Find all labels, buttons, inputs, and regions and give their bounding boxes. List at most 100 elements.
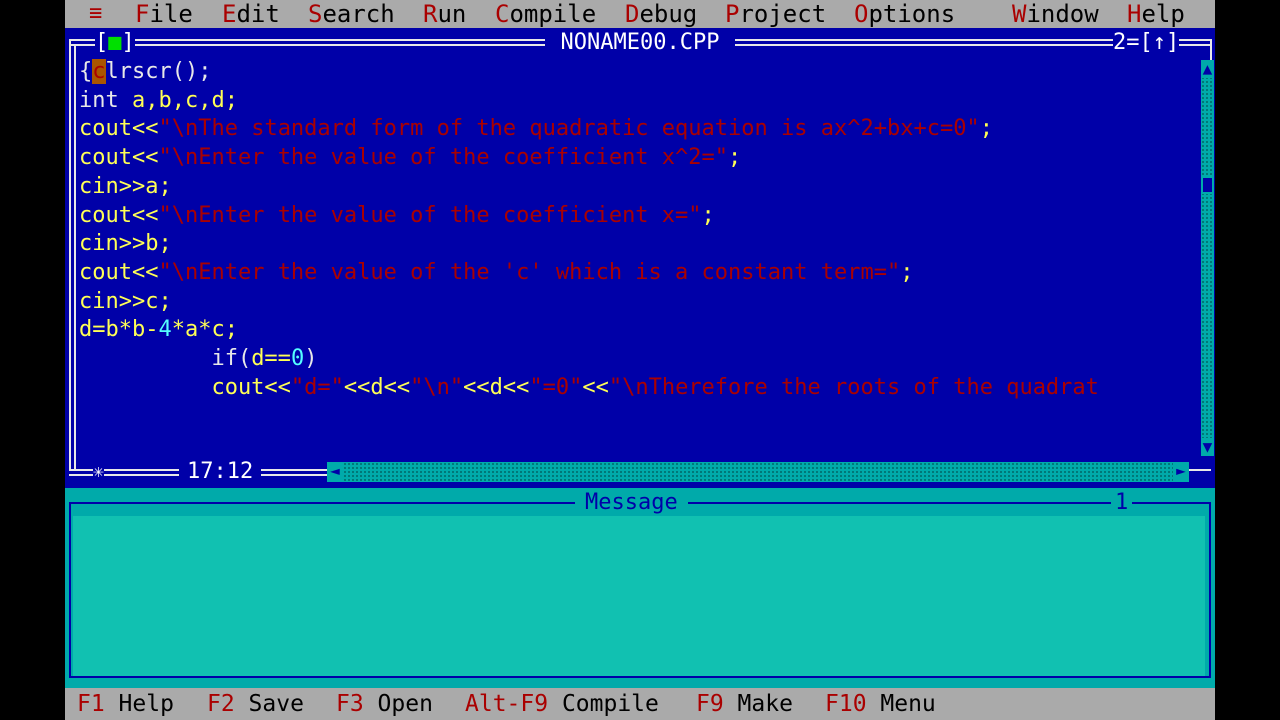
msg-frame-bottom bbox=[69, 676, 1211, 678]
fkey-open[interactable]: F3 Open bbox=[336, 688, 433, 720]
fkey-label: Compile bbox=[548, 691, 659, 717]
menu-label: earch bbox=[322, 0, 395, 28]
menu-hotkey: W bbox=[1012, 0, 1027, 28]
code-token: cout<< bbox=[79, 202, 159, 228]
code-token: *a*c; bbox=[171, 317, 238, 343]
code-token: lrscr(); bbox=[105, 59, 212, 84]
window-number-zoom[interactable]: 2=[↑] bbox=[1113, 30, 1180, 56]
code-token: << bbox=[582, 374, 609, 400]
code-token: "\nThe standard form of the quadratic eq… bbox=[158, 116, 980, 142]
code-line[interactable]: d=b*b-4*a*c; bbox=[79, 316, 238, 344]
menu-file[interactable]: File bbox=[135, 0, 193, 28]
code-area[interactable]: {clrscr(); int a,b,c,d; cout<<"\nThe stand… bbox=[79, 58, 1199, 438]
turbo-cpp-screen: ≡ File Edit Search Run Compile Debug Pro… bbox=[65, 0, 1215, 720]
code-token: int bbox=[79, 87, 132, 113]
menu-run[interactable]: Run bbox=[423, 0, 466, 28]
file-title: NONAME00.CPP bbox=[545, 30, 735, 56]
code-token: "\nEnter the value of the coefficient x^… bbox=[158, 145, 729, 171]
vertical-scroll-thumb[interactable] bbox=[1201, 176, 1214, 194]
menu-label: ebug bbox=[639, 0, 698, 28]
msg-frame-right bbox=[1209, 502, 1211, 678]
system-menu-icon[interactable]: ≡ bbox=[89, 0, 102, 28]
menu-search[interactable]: Search bbox=[308, 0, 395, 28]
code-token: cin>>c; bbox=[79, 288, 172, 314]
cursor-position: 17:12 bbox=[179, 459, 262, 485]
code-token: 4 bbox=[158, 317, 172, 343]
code-token: ; bbox=[701, 202, 715, 228]
code-token: ; bbox=[979, 116, 993, 142]
code-line[interactable]: cout<<"\nThe standard form of the quadra… bbox=[79, 115, 993, 143]
menu-label: ompile bbox=[509, 0, 597, 28]
menu-help[interactable]: Help bbox=[1127, 0, 1185, 28]
menu-hotkey: F bbox=[135, 0, 150, 28]
frame-bottom-outer-2 bbox=[265, 469, 327, 471]
menu-hotkey: H bbox=[1127, 0, 1142, 28]
scroll-down-arrow-icon[interactable]: ▼ bbox=[1201, 438, 1214, 456]
menu-hotkey: C bbox=[495, 0, 510, 28]
code-line[interactable]: cin>>c; bbox=[79, 288, 172, 316]
fkey-label: Make bbox=[723, 691, 793, 717]
fkey-save[interactable]: F2 Save bbox=[207, 688, 304, 720]
menu-debug[interactable]: Debug bbox=[625, 0, 697, 28]
fkey-compile[interactable]: Alt-F9 Compile bbox=[465, 688, 659, 720]
frame-bottom-inner-2 bbox=[265, 474, 327, 476]
fkey-menu[interactable]: F10 Menu bbox=[825, 688, 936, 720]
menu-edit[interactable]: Edit bbox=[222, 0, 280, 28]
message-list[interactable] bbox=[73, 516, 1205, 676]
code-token: 0 bbox=[290, 346, 305, 371]
fkey-key: F1 bbox=[77, 691, 105, 717]
menu-label: roject bbox=[739, 0, 827, 28]
text-cursor: c bbox=[92, 59, 106, 84]
scroll-left-arrow-icon[interactable]: ◄ bbox=[327, 462, 343, 482]
menu-compile[interactable]: Compile bbox=[495, 0, 596, 28]
menu-window[interactable]: Window bbox=[1012, 0, 1099, 28]
code-line[interactable]: cout<<"\nEnter the value of the coeffici… bbox=[79, 144, 741, 172]
menu-hotkey: E bbox=[222, 0, 237, 28]
editor-window: [■] NONAME00.CPP 2=[↑] {clrscr(); int a,b… bbox=[65, 28, 1215, 488]
code-line[interactable]: cin>>a; bbox=[79, 173, 172, 201]
code-token: ) bbox=[304, 346, 318, 371]
horizontal-scrollbar[interactable] bbox=[327, 462, 1185, 482]
fkey-key: Alt-F9 bbox=[465, 691, 549, 717]
code-token: cout<< bbox=[79, 145, 159, 171]
menu-options[interactable]: Options bbox=[854, 0, 955, 28]
menu-project[interactable]: Project bbox=[725, 0, 826, 28]
fkey-label: Open bbox=[363, 691, 433, 717]
fkey-make[interactable]: F9 Make bbox=[696, 688, 793, 720]
code-line[interactable]: {clrscr(); bbox=[79, 58, 211, 86]
close-icon: ■ bbox=[108, 30, 122, 55]
menu-bar: ≡ File Edit Search Run Compile Debug Pro… bbox=[65, 0, 1215, 28]
fkey-label: Help bbox=[104, 691, 174, 717]
menu-hotkey: P bbox=[725, 0, 740, 28]
code-token: cin>>a; bbox=[79, 173, 172, 199]
frame-bottom-outer-3 bbox=[1189, 469, 1211, 471]
code-token: cout<< bbox=[79, 259, 159, 285]
menu-label: elp bbox=[1141, 0, 1185, 28]
code-line[interactable]: cout<<"d="<<d<<"\n"<<d<<"=0"<<"\nTherefo… bbox=[79, 374, 1098, 402]
menu-label: ile bbox=[149, 0, 193, 28]
code-line[interactable]: cout<<"\nEnter the value of the 'c' whic… bbox=[79, 259, 913, 287]
frame-right-outer bbox=[1210, 39, 1212, 61]
menu-hotkey: R bbox=[423, 0, 438, 28]
code-token: ; bbox=[728, 145, 742, 171]
code-line[interactable]: cin>>b; bbox=[79, 230, 172, 258]
message-window: Message 1 bbox=[65, 488, 1215, 688]
code-token: d== bbox=[251, 346, 291, 371]
fkey-key: F2 bbox=[207, 691, 235, 717]
code-token: <<d<< bbox=[343, 374, 411, 400]
menu-hotkey: D bbox=[625, 0, 640, 28]
menu-hotkey: O bbox=[854, 0, 869, 28]
code-token: if( bbox=[79, 346, 252, 371]
scroll-up-arrow-icon[interactable]: ▲ bbox=[1201, 60, 1214, 78]
code-line[interactable]: int a,b,c,d; bbox=[79, 87, 238, 115]
fkey-help[interactable]: F1 Help bbox=[77, 688, 174, 720]
vertical-scrollbar[interactable] bbox=[1201, 60, 1214, 456]
scroll-right-arrow-icon[interactable]: ► bbox=[1173, 462, 1189, 482]
code-line[interactable]: if(d==0) bbox=[79, 345, 317, 373]
code-token: a,b,c,d; bbox=[131, 87, 238, 113]
close-box[interactable]: [■] bbox=[95, 30, 135, 56]
fkey-key: F3 bbox=[336, 691, 364, 717]
menu-label: dit bbox=[236, 0, 280, 28]
code-line[interactable]: cout<<"\nEnter the value of the coeffici… bbox=[79, 202, 715, 230]
msg-frame-left bbox=[69, 502, 71, 678]
